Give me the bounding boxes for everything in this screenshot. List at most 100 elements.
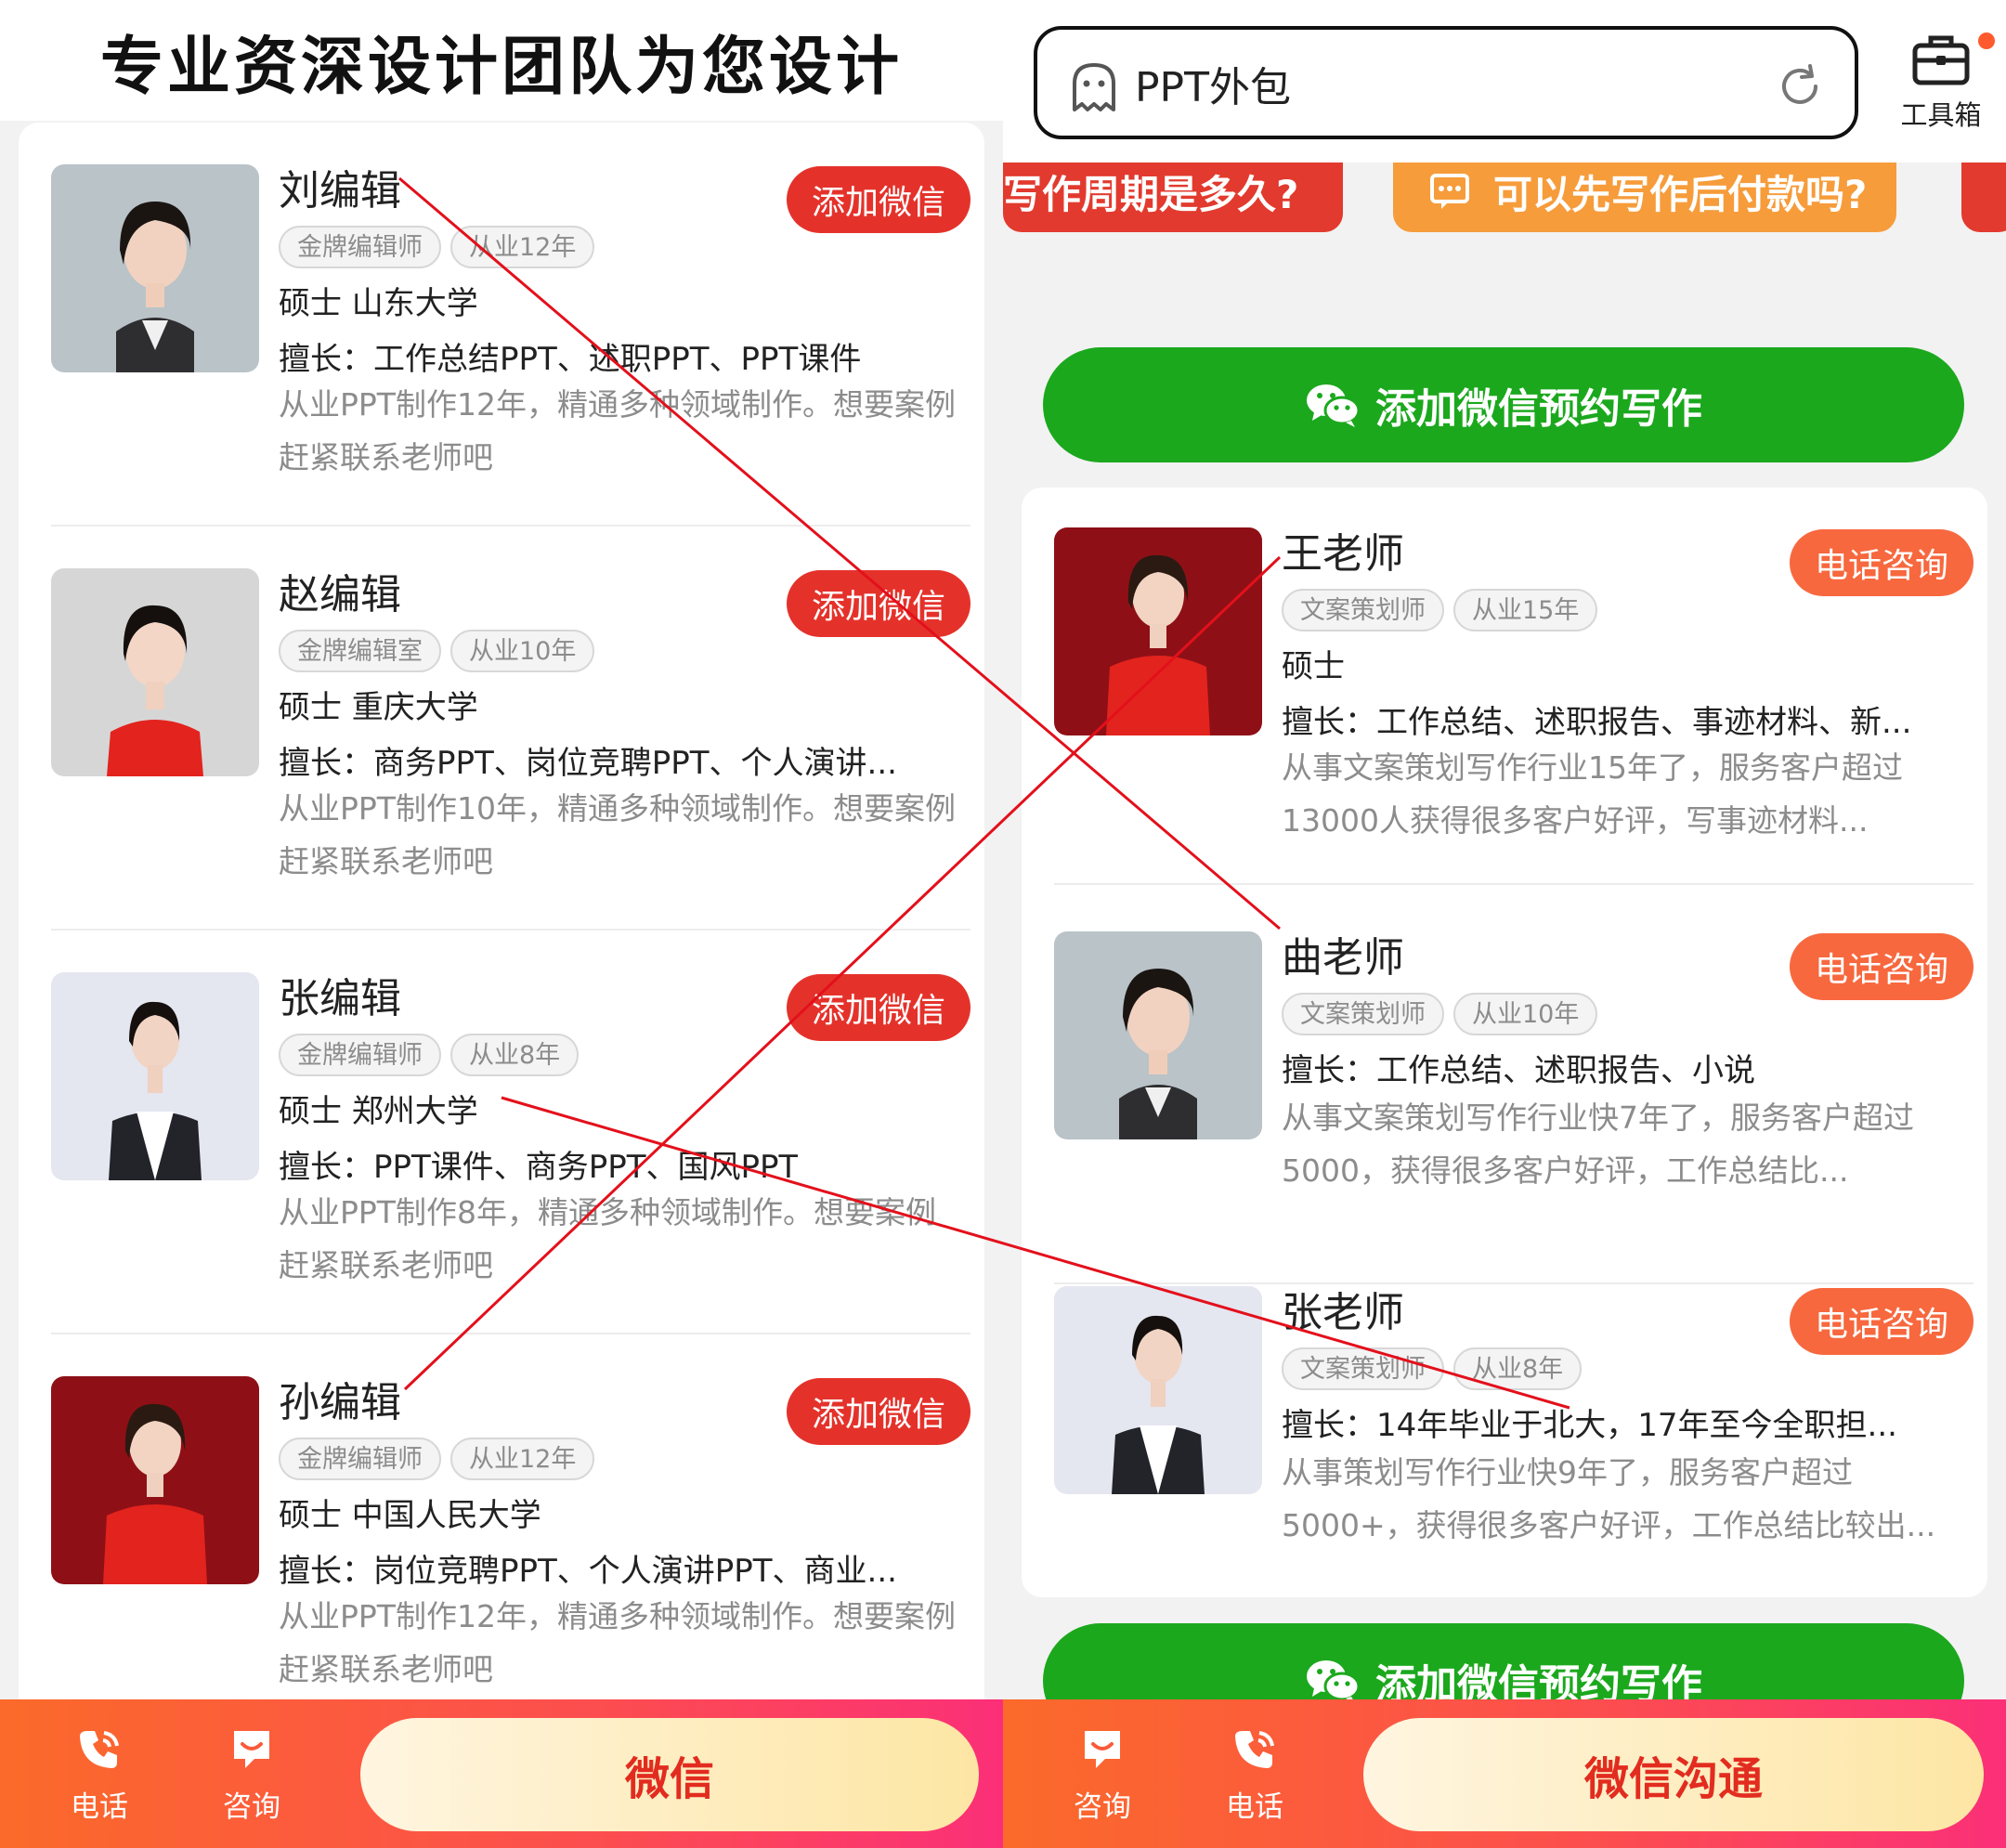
teacher-list-card: 王老师 电话咨询 文案策划师 从业15年 硕士 擅长：工作总结、述职报告、事迹材… — [1022, 488, 1987, 1597]
tag-list: 金牌编辑师 从业8年 — [279, 1034, 580, 1076]
tag-list: 金牌编辑师 从业12年 — [279, 226, 595, 268]
editor-description: 从业PPT制作8年，精通多种领域制作。想要案例赶紧联系老师吧 — [279, 1194, 936, 1283]
header: 专业资深设计团队为您设计 — [0, 0, 1003, 121]
wechat-chat-button[interactable]: 微信沟通 — [1363, 1718, 1984, 1831]
add-wechat-button[interactable]: 添加微信 — [787, 1378, 970, 1445]
add-wechat-button[interactable]: 添加微信 — [787, 974, 970, 1041]
phone-consult-button[interactable]: 电话咨询 — [1790, 1288, 1973, 1355]
phone-tab[interactable]: 电话 — [48, 1724, 150, 1825]
editor-degree: 硕士 郑州大学 — [279, 1093, 478, 1130]
teacher-specialty: 擅长：14年毕业于北大，17年至今全职担... — [1282, 1407, 1897, 1444]
tag-title: 金牌编辑师 — [279, 1034, 441, 1076]
tag-list: 文案策划师 从业15年 — [1282, 589, 1598, 631]
wechat-icon — [1305, 381, 1361, 429]
editor-specialty: 擅长：PPT课件、商务PPT、国风PPT — [279, 1149, 799, 1186]
tag-years: 从业10年 — [1453, 993, 1598, 1035]
tag-title: 文案策划师 — [1282, 589, 1444, 631]
tag-years: 从业15年 — [1453, 589, 1598, 631]
notification-dot — [1978, 33, 1995, 49]
editor-degree: 硕士 重庆大学 — [279, 689, 478, 726]
avatar — [51, 568, 259, 776]
editor-description: 从业PPT制作10年，精通多种领域制作。想要案例赶紧联系老师吧 — [279, 790, 956, 879]
phone-icon — [1230, 1724, 1280, 1774]
avatar — [1054, 1286, 1262, 1494]
editor-description: 从业PPT制作12年，精通多种领域制作。想要案例赶紧联系老师吧 — [279, 386, 956, 475]
avatar — [1054, 931, 1262, 1139]
teacher-item: 张老师 电话咨询 文案策划师 从业8年 擅长：14年毕业于北大，17年至今全职担… — [1054, 1286, 1973, 1593]
tag-list: 金牌编辑师 从业12年 — [279, 1438, 595, 1480]
teacher-specialty: 擅长：工作总结、述职报告、小说 — [1282, 1052, 1755, 1089]
right-screen: 写作周期是多久? 可以先写作后付款吗? PPT外包 工具箱 添加微信预约写作 王… — [1003, 0, 2006, 1848]
phone-consult-button[interactable]: 电话咨询 — [1790, 529, 1973, 596]
editor-list-card: 刘编辑 添加微信 金牌编辑师 从业12年 硕士 山东大学 擅长：工作总结PPT、… — [19, 123, 984, 1720]
tag-years: 从业12年 — [450, 226, 595, 268]
page-title: 专业资深设计团队为您设计 — [99, 29, 903, 104]
faq-label: 可以先写作后付款吗? — [1493, 171, 1868, 217]
editor-specialty: 擅长：岗位竞聘PPT、个人演讲PPT、商业... — [279, 1553, 897, 1590]
teacher-description: 从事策划写作行业快9年了，服务客户超过5000+，获得很多客户好评，工作总结比较… — [1282, 1454, 1936, 1543]
teacher-description: 从事文案策划写作行业快7年了，服务客户超过5000，获得很多客户好评，工作总结比… — [1282, 1100, 1914, 1189]
tag-title: 文案策划师 — [1282, 1347, 1444, 1390]
teacher-name: 张老师 — [1282, 1289, 1404, 1336]
chat-icon — [1077, 1724, 1127, 1774]
tag-list: 文案策划师 从业8年 — [1282, 1347, 1583, 1390]
phone-icon — [74, 1724, 124, 1774]
tag-list: 文案策划师 从业10年 — [1282, 993, 1598, 1035]
tag-years: 从业12年 — [450, 1438, 595, 1480]
toolbox-label: 工具箱 — [1900, 99, 1982, 131]
add-wechat-button[interactable]: 添加微信 — [787, 166, 970, 233]
bottom-action-bar: 电话 咨询 微信 — [0, 1699, 1003, 1848]
editor-degree: 硕士 中国人民大学 — [279, 1497, 541, 1534]
editor-item: 孙编辑 添加微信 金牌编辑师 从业12年 硕士 中国人民大学 擅长：岗位竞聘PP… — [51, 1376, 970, 1720]
editor-name: 赵编辑 — [279, 571, 401, 618]
search-input[interactable] — [1135, 50, 1739, 117]
ghost-icon — [1073, 63, 1115, 111]
consult-tab[interactable]: 咨询 — [201, 1724, 303, 1825]
message-icon — [1430, 174, 1469, 209]
avatar — [51, 1376, 259, 1584]
wechat-button[interactable]: 微信 — [360, 1718, 979, 1831]
phone-tab-label: 电话 — [71, 1790, 128, 1824]
tag-title: 金牌编辑师 — [279, 1438, 441, 1480]
teacher-name: 王老师 — [1282, 530, 1404, 578]
editor-item: 刘编辑 添加微信 金牌编辑师 从业12年 硕士 山东大学 擅长：工作总结PPT、… — [51, 164, 970, 527]
editor-specialty: 擅长：商务PPT、岗位竞聘PPT、个人演讲... — [279, 745, 897, 782]
editor-name: 张编辑 — [279, 975, 401, 1022]
refresh-icon[interactable] — [1775, 61, 1825, 111]
teacher-degree: 硕士 — [1282, 648, 1345, 685]
editor-degree: 硕士 山东大学 — [279, 285, 478, 322]
teacher-specialty: 擅长：工作总结、述职报告、事迹材料、新... — [1282, 704, 1912, 741]
wechat-booking-button[interactable]: 添加微信预约写作 — [1043, 347, 1964, 462]
tag-title: 文案策划师 — [1282, 993, 1444, 1035]
phone-tab[interactable]: 电话 — [1204, 1724, 1306, 1825]
editor-item: 张编辑 添加微信 金牌编辑师 从业8年 硕士 郑州大学 擅长：PPT课件、商务P… — [51, 972, 970, 1334]
toolbox-icon — [1912, 35, 1970, 85]
tag-list: 金牌编辑室 从业10年 — [279, 630, 595, 672]
editor-name: 刘编辑 — [279, 167, 401, 215]
consult-tab[interactable]: 咨询 — [1051, 1724, 1153, 1825]
editor-name: 孙编辑 — [279, 1379, 401, 1426]
consult-tab-label: 咨询 — [1074, 1790, 1131, 1824]
editor-item: 赵编辑 添加微信 金牌编辑室 从业10年 硕士 重庆大学 擅长：商务PPT、岗位… — [51, 568, 970, 931]
teacher-item: 王老师 电话咨询 文案策划师 从业15年 硕士 擅长：工作总结、述职报告、事迹材… — [1054, 527, 1973, 885]
faq-label: 写作周期是多久? — [1003, 171, 1299, 217]
wechat-icon — [1305, 1657, 1361, 1705]
search-bar[interactable] — [1034, 26, 1858, 139]
tag-years: 从业10年 — [450, 630, 595, 672]
wechat-booking-label: 添加微信预约写作 — [1375, 385, 1702, 433]
tag-title: 金牌编辑室 — [279, 630, 441, 672]
avatar — [51, 164, 259, 372]
toolbox-button[interactable]: 工具箱 — [1890, 33, 1995, 133]
bottom-action-bar: 咨询 电话 微信沟通 — [1003, 1699, 2006, 1848]
teacher-item: 曲老师 电话咨询 文案策划师 从业10年 擅长：工作总结、述职报告、小说 从事文… — [1054, 931, 1973, 1284]
search-header: 工具箱 — [1003, 0, 2006, 163]
editor-description: 从业PPT制作12年，精通多种领域制作。想要案例赶紧联系老师吧 — [279, 1598, 956, 1687]
avatar — [51, 972, 259, 1180]
phone-tab-label: 电话 — [1226, 1790, 1283, 1824]
left-screen: 专业资深设计团队为您设计 刘编辑 添加微信 金牌编辑师 从业12年 硕士 山东大… — [0, 0, 1003, 1848]
teacher-description: 从事文案策划写作行业15年了，服务客户超过13000人获得很多客户好评，写事迹材… — [1282, 749, 1903, 839]
phone-consult-button[interactable]: 电话咨询 — [1790, 933, 1973, 1000]
editor-specialty: 擅长：工作总结PPT、述职PPT、PPT课件 — [279, 341, 862, 378]
add-wechat-button[interactable]: 添加微信 — [787, 570, 970, 637]
tag-years: 从业8年 — [1453, 1347, 1583, 1390]
